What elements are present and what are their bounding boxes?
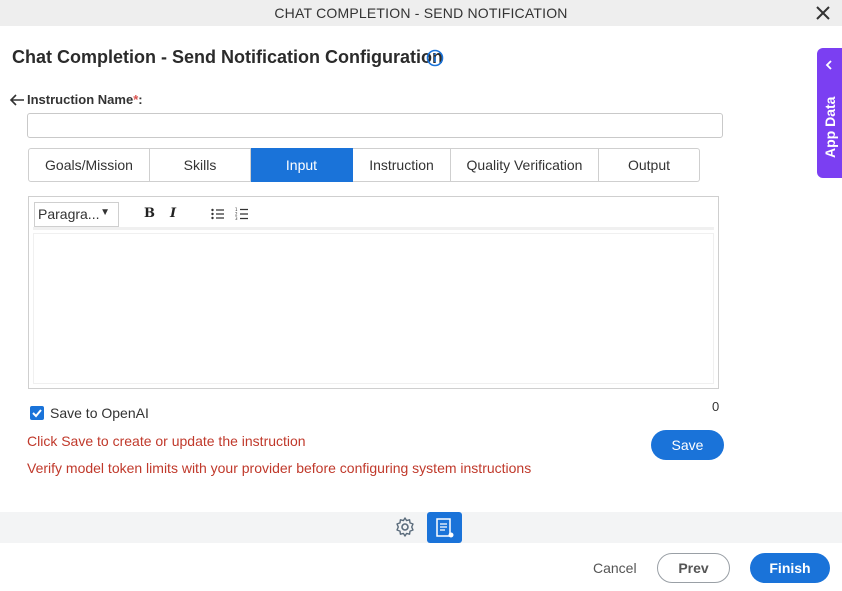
instruction-tabs: Goals/Mission Skills Input Instruction Q… <box>28 148 700 182</box>
bottom-toolbar <box>0 512 842 543</box>
label-suffix: : <box>138 92 143 107</box>
editor-toolbar: Paragra... ▼ B I 1 2 3 <box>33 200 714 230</box>
instruction-name-input[interactable] <box>27 113 723 138</box>
instruction-name-label-text: Instruction Name <box>27 92 134 107</box>
document-icon <box>436 518 454 538</box>
title-bar: CHAT COMPLETION - SEND NOTIFICATION <box>0 0 842 26</box>
checkmark-icon <box>32 409 42 418</box>
cancel-button[interactable]: Cancel <box>593 560 637 576</box>
tab-input[interactable]: Input <box>251 148 353 182</box>
save-hint-message: Click Save to create or update the instr… <box>27 433 306 449</box>
editor-content[interactable] <box>33 233 714 384</box>
prev-button[interactable]: Prev <box>657 553 730 583</box>
tab-output[interactable]: Output <box>599 148 700 182</box>
page-title: Chat Completion - Send Notification Conf… <box>12 47 443 67</box>
caret-down-icon: ▼ <box>100 207 110 218</box>
numbered-list-icon[interactable]: 1 2 3 <box>235 207 249 221</box>
window-title: CHAT COMPLETION - SEND NOTIFICATION <box>274 5 568 21</box>
character-count: 0 <box>712 399 720 414</box>
tab-goals-mission[interactable]: Goals/Mission <box>28 148 150 182</box>
back-arrow-icon[interactable] <box>9 93 25 107</box>
tab-skills[interactable]: Skills <box>150 148 251 182</box>
app-data-panel-toggle[interactable]: App Data <box>817 48 842 178</box>
save-to-openai-checkbox[interactable] <box>30 406 44 420</box>
rich-text-editor: Paragra... ▼ B I 1 2 3 <box>28 196 719 389</box>
instruction-name-label: Instruction Name*: <box>27 92 143 107</box>
bold-button[interactable]: B <box>144 206 155 221</box>
gear-icon[interactable] <box>394 516 416 538</box>
svg-text:3: 3 <box>235 216 238 221</box>
bullet-list-icon[interactable] <box>211 208 225 220</box>
tab-instruction[interactable]: Instruction <box>353 148 451 182</box>
info-icon[interactable] <box>426 49 444 67</box>
italic-button[interactable]: I <box>170 206 176 221</box>
paragraph-format-value: Paragra... <box>38 206 100 222</box>
app-data-label: App Data <box>822 96 838 158</box>
paragraph-format-select[interactable]: Paragra... ▼ <box>34 202 119 227</box>
chevron-left-icon <box>825 60 832 70</box>
tab-quality-verification[interactable]: Quality Verification <box>451 148 599 182</box>
document-mapping-button[interactable] <box>427 512 462 543</box>
save-button[interactable]: Save <box>651 430 724 460</box>
token-warning-message: Verify model token limits with your prov… <box>27 460 532 476</box>
close-icon[interactable] <box>814 4 832 22</box>
save-to-openai-label: Save to OpenAI <box>50 405 149 421</box>
finish-button[interactable]: Finish <box>750 553 830 583</box>
